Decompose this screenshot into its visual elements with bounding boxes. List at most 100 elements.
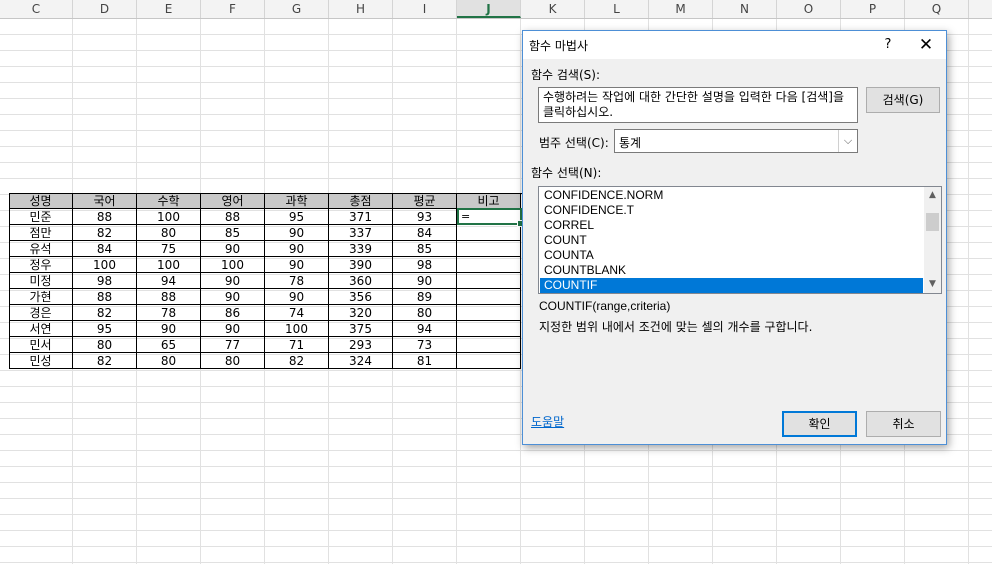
table-header-cell[interactable]: 성명 — [9, 193, 73, 209]
function-item[interactable]: CONFIDENCE.T — [540, 203, 923, 218]
table-cell[interactable]: 80 — [137, 353, 201, 369]
ok-button[interactable]: 확인 — [782, 411, 857, 437]
table-cell[interactable]: 민준 — [9, 209, 73, 225]
table-cell[interactable]: 82 — [73, 353, 137, 369]
table-cell[interactable]: 90 — [137, 321, 201, 337]
column-header-f[interactable]: F — [201, 0, 265, 18]
table-cell[interactable]: 88 — [137, 289, 201, 305]
table-cell[interactable]: 98 — [73, 273, 137, 289]
table-cell[interactable]: 375 — [329, 321, 393, 337]
column-header-o[interactable]: O — [777, 0, 841, 18]
function-item[interactable]: CONFIDENCE.NORM — [540, 188, 923, 203]
table-cell[interactable]: 90 — [201, 273, 265, 289]
table-cell[interactable]: 339 — [329, 241, 393, 257]
table-cell[interactable]: 95 — [265, 209, 329, 225]
table-cell[interactable]: 94 — [137, 273, 201, 289]
table-cell[interactable]: 82 — [73, 305, 137, 321]
table-cell[interactable]: 390 — [329, 257, 393, 273]
table-cell[interactable]: 82 — [265, 353, 329, 369]
table-cell[interactable]: 85 — [393, 241, 457, 257]
table-cell[interactable]: 74 — [265, 305, 329, 321]
table-cell[interactable]: 89 — [393, 289, 457, 305]
table-cell[interactable]: 293 — [329, 337, 393, 353]
column-header-m[interactable]: M — [649, 0, 713, 18]
scroll-up-icon[interactable]: ▲ — [924, 187, 941, 204]
table-cell[interactable]: 80 — [73, 337, 137, 353]
column-header-n[interactable]: N — [713, 0, 777, 18]
scroll-thumb[interactable] — [926, 213, 939, 231]
table-cell[interactable] — [457, 321, 521, 337]
function-item[interactable]: CORREL — [540, 218, 923, 233]
table-cell[interactable]: 90 — [201, 289, 265, 305]
table-cell[interactable]: 90 — [201, 321, 265, 337]
table-cell[interactable]: 90 — [265, 289, 329, 305]
table-cell[interactable]: 90 — [265, 257, 329, 273]
function-item[interactable]: COUNTA — [540, 248, 923, 263]
table-cell[interactable] — [457, 257, 521, 273]
table-cell[interactable] — [457, 337, 521, 353]
table-cell[interactable]: 84 — [73, 241, 137, 257]
table-cell[interactable]: 78 — [265, 273, 329, 289]
table-header-cell[interactable]: 영어 — [201, 193, 265, 209]
column-header-q[interactable]: Q — [905, 0, 969, 18]
table-cell[interactable]: 90 — [265, 241, 329, 257]
table-cell[interactable]: 90 — [201, 241, 265, 257]
function-list[interactable]: CONFIDENCE.NORM CONFIDENCE.T CORREL COUNT CO… — [538, 186, 942, 294]
table-cell[interactable]: 민성 — [9, 353, 73, 369]
table-cell[interactable]: 73 — [393, 337, 457, 353]
table-cell[interactable]: 유석 — [9, 241, 73, 257]
table-cell[interactable]: 95 — [73, 321, 137, 337]
table-header-cell[interactable]: 과학 — [265, 193, 329, 209]
column-header-i[interactable]: I — [393, 0, 457, 18]
search-button[interactable]: 검색(G) — [866, 87, 940, 113]
column-header-g[interactable]: G — [265, 0, 329, 18]
table-cell[interactable] — [457, 353, 521, 369]
table-cell[interactable]: 88 — [73, 289, 137, 305]
table-cell[interactable]: 94 — [393, 321, 457, 337]
table-cell[interactable]: 80 — [393, 305, 457, 321]
search-input[interactable]: 수행하려는 작업에 대한 간단한 설명을 입력한 다음 [검색]을 클릭하십시오… — [538, 87, 858, 123]
table-cell[interactable]: 100 — [137, 257, 201, 273]
table-cell[interactable] — [457, 289, 521, 305]
column-header-e[interactable]: E — [137, 0, 201, 18]
table-header-cell[interactable]: 수학 — [137, 193, 201, 209]
table-cell[interactable]: 100 — [265, 321, 329, 337]
chevron-down-icon[interactable]: ⌵ — [838, 130, 857, 152]
table-cell[interactable]: 80 — [137, 225, 201, 241]
column-header-d[interactable]: D — [73, 0, 137, 18]
table-cell[interactable]: 86 — [201, 305, 265, 321]
table-cell[interactable]: 75 — [137, 241, 201, 257]
function-item[interactable]: COUNT — [540, 233, 923, 248]
close-button[interactable]: ✕ — [911, 34, 941, 56]
table-cell[interactable]: 71 — [265, 337, 329, 353]
table-cell[interactable]: 88 — [73, 209, 137, 225]
scroll-down-icon[interactable]: ▼ — [924, 276, 941, 293]
table-cell[interactable]: 100 — [73, 257, 137, 273]
table-cell[interactable]: 90 — [393, 273, 457, 289]
help-link[interactable]: 도움말 — [531, 413, 564, 430]
table-cell[interactable] — [457, 305, 521, 321]
table-cell[interactable]: 88 — [201, 209, 265, 225]
function-item[interactable]: COUNTIF — [540, 278, 923, 293]
active-cell-j[interactable]: = — [457, 208, 524, 227]
dialog-titlebar[interactable]: 함수 마법사 ? ✕ — [523, 31, 946, 59]
column-header-j[interactable]: J — [457, 0, 521, 18]
table-cell[interactable]: 100 — [137, 209, 201, 225]
column-header-k[interactable]: K — [521, 0, 585, 18]
category-dropdown[interactable]: 통계 ⌵ — [614, 129, 858, 153]
table-cell[interactable]: 경은 — [9, 305, 73, 321]
table-cell[interactable]: 서연 — [9, 321, 73, 337]
table-cell[interactable]: 80 — [201, 353, 265, 369]
table-cell[interactable]: 98 — [393, 257, 457, 273]
function-item[interactable]: COUNTBLANK — [540, 263, 923, 278]
table-cell[interactable]: 정우 — [9, 257, 73, 273]
table-cell[interactable]: 90 — [265, 225, 329, 241]
column-header-h[interactable]: H — [329, 0, 393, 18]
table-cell[interactable]: 356 — [329, 289, 393, 305]
table-cell[interactable]: 77 — [201, 337, 265, 353]
cancel-button[interactable]: 취소 — [866, 411, 941, 437]
column-header-p[interactable]: P — [841, 0, 905, 18]
column-header-c[interactable]: C — [0, 0, 73, 18]
table-cell[interactable]: 민서 — [9, 337, 73, 353]
table-header-cell[interactable]: 평균 — [393, 193, 457, 209]
